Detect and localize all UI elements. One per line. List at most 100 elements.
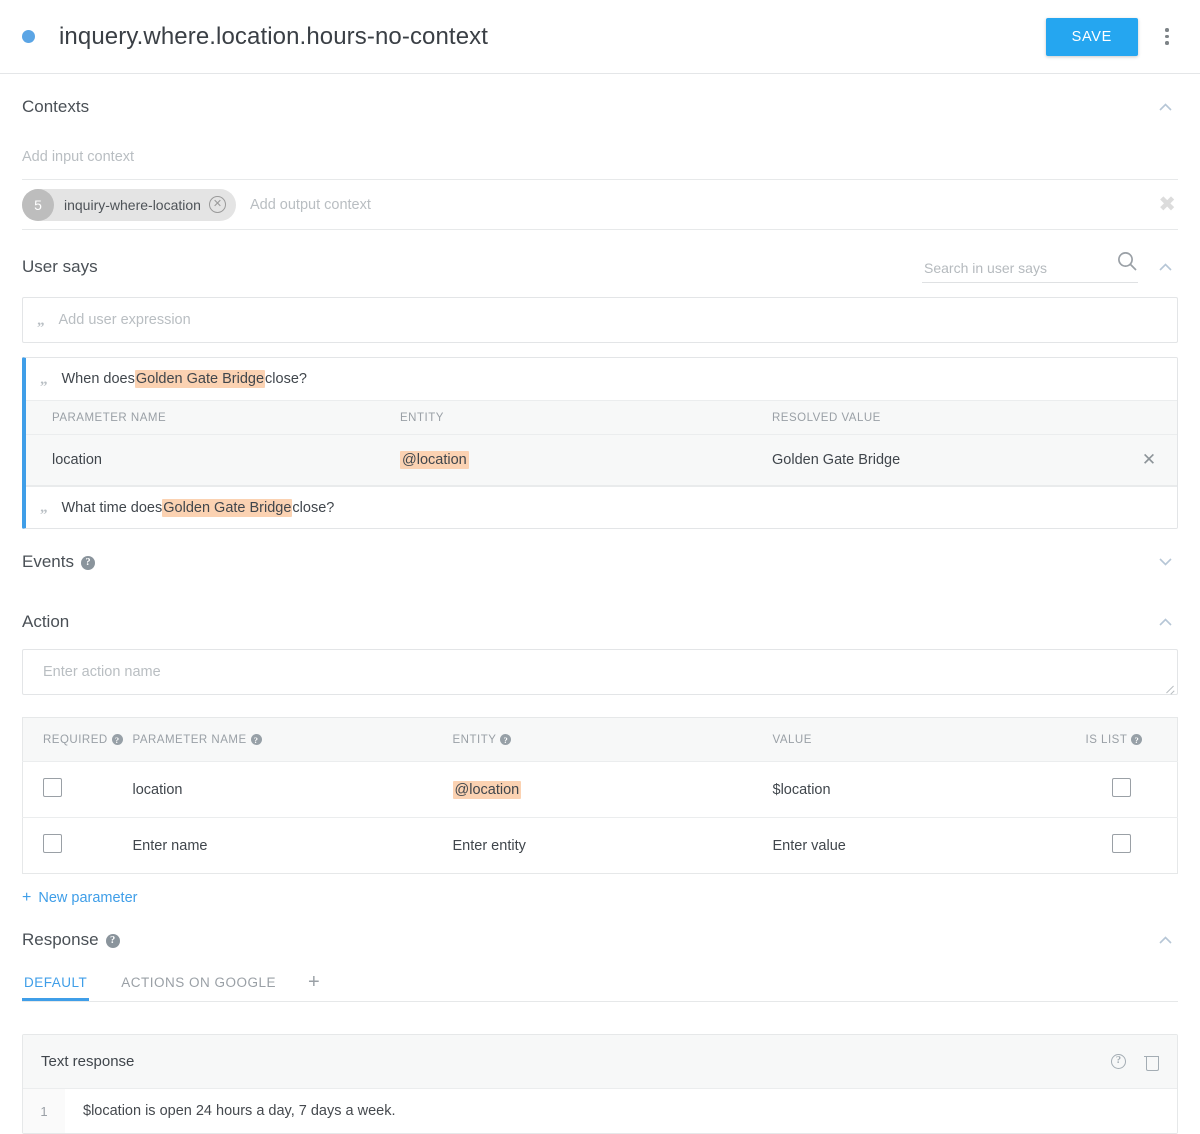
context-lifespan-badge: 5 [22,188,54,221]
remove-parameter-button[interactable]: ✕ [1121,434,1177,486]
clear-contexts-icon[interactable]: ✖ [1158,194,1178,215]
action-name-field[interactable] [22,649,1178,695]
search-icon[interactable] [1116,250,1138,277]
text-response-actions: ? [1111,1054,1159,1071]
table-row[interactable]: Enter name Enter entity Enter value [22,817,1178,874]
new-parameter-label: New parameter [38,890,138,906]
cell-is-list[interactable] [1085,817,1178,874]
user-expression-card: “ When does Golden Gate Bridge close? PA… [22,357,1178,529]
chevron-up-icon[interactable] [1152,254,1178,280]
cell-parameter-name[interactable]: location [132,761,453,818]
cell-value[interactable]: $location [772,761,1086,818]
action-section-header: Action [22,589,1178,649]
chevron-up-icon[interactable] [1152,609,1178,635]
text-response-header: Text response ? [23,1035,1177,1089]
cell-entity[interactable]: Enter entity [452,817,773,874]
user-says-header-actions [922,250,1178,283]
user-expression-row[interactable]: “ When does Golden Gate Bridge close? [26,358,1177,400]
more-vert-icon[interactable] [1152,17,1182,57]
is-list-checkbox[interactable] [1111,834,1131,853]
app-header: inquery.where.location.hours-no-context … [0,0,1200,74]
entity-chip[interactable]: @location [452,780,522,799]
column-parameter-name: PARAMETER NAME [26,400,400,435]
response-section-header: Response ? [22,907,1178,967]
column-parameter-name: PARAMETER NAME? [132,717,453,762]
expression-suffix: close? [292,499,335,516]
help-icon[interactable]: ? [105,934,120,948]
entity-chip[interactable]: @location [400,451,469,469]
expression-parameter-table: PARAMETER NAME ENTITY RESOLVED VALUE loc… [26,400,1177,486]
help-icon[interactable]: ? [111,734,123,746]
events-title: Events [22,552,74,571]
is-list-checkbox[interactable] [1111,778,1131,797]
response-line-text[interactable]: $location is open 24 hours a day, 7 days… [65,1103,396,1119]
help-circle-outline-icon[interactable]: ? [1111,1054,1126,1069]
response-line-number: 1 [23,1089,65,1133]
input-context-row[interactable]: Add input context [22,134,1178,180]
new-parameter-button[interactable]: + New parameter [22,889,138,907]
column-entity: ENTITY? [452,717,773,762]
chevron-up-icon[interactable] [1152,927,1178,953]
output-context-row[interactable]: 5 inquiry-where-location ✕ Add output co… [22,180,1178,230]
cell-entity[interactable]: @location [400,434,772,486]
expression-prefix: What time does [61,499,163,516]
user-says-search[interactable] [922,250,1138,283]
tab-actions-on-google[interactable]: ACTIONS ON GOOGLE [119,967,278,1001]
help-icon[interactable]: ? [250,734,262,746]
events-header-actions [1138,549,1178,575]
entity-highlight[interactable]: Golden Gate Bridge [162,498,293,517]
chevron-up-icon[interactable] [1152,94,1178,120]
add-user-expression-row[interactable]: “ Add user expression [22,297,1178,343]
action-title: Action [22,612,70,631]
plus-icon: + [22,889,32,906]
entity-highlight[interactable]: Golden Gate Bridge [134,370,266,388]
column-required: REQUIRED? [22,717,133,762]
column-entity: ENTITY [400,400,772,435]
table-header-row: REQUIRED? PARAMETER NAME? ENTITY? VALUE … [22,717,1178,762]
expression-suffix: close? [265,371,307,387]
cell-required[interactable] [22,761,133,818]
response-title: Response [22,930,99,949]
resize-grip-icon[interactable] [1164,682,1175,693]
add-response-tab-icon[interactable]: + [308,972,320,996]
column-resolved-value: RESOLVED VALUE [772,400,1177,435]
help-icon[interactable]: ? [500,734,512,746]
cell-parameter-name[interactable]: Enter name [132,817,453,874]
save-button[interactable]: SAVE [1045,17,1138,56]
cell-parameter-name[interactable]: location [26,434,400,486]
help-icon[interactable]: ? [80,556,95,570]
column-is-list: IS LIST? [1085,717,1178,762]
response-tabs: DEFAULT ACTIONS ON GOOGLE + [22,967,1178,1002]
required-checkbox[interactable] [43,778,62,797]
action-name-input[interactable] [41,663,1159,681]
response-header-actions [1138,927,1178,953]
events-section-header[interactable]: Events ? [22,529,1178,589]
user-expression-row[interactable]: “ What time does Golden Gate Bridge clos… [26,486,1177,528]
action-parameters-table: REQUIRED? PARAMETER NAME? ENTITY? VALUE … [22,717,1178,874]
chevron-down-icon[interactable] [1152,549,1178,575]
action-header-actions [1138,609,1178,635]
cell-value[interactable]: Enter value [772,817,1086,874]
tab-default[interactable]: DEFAULT [22,967,89,1001]
user-says-title: User says [22,256,98,276]
search-input[interactable] [922,259,1110,277]
required-checkbox[interactable] [43,834,62,853]
cell-entity[interactable]: @location [452,761,773,818]
cell-required[interactable] [22,817,133,874]
close-icon[interactable]: ✕ [1142,450,1156,469]
active-dot-icon [22,30,35,43]
output-context-placeholder: Add output context [249,196,371,213]
contexts-header-actions [1138,94,1178,120]
help-icon[interactable]: ? [1131,734,1143,746]
cell-resolved-value[interactable]: Golden Gate Bridge [772,434,1121,486]
table-header-row: PARAMETER NAME ENTITY RESOLVED VALUE [26,400,1177,435]
text-response-row[interactable]: 1 $location is open 24 hours a day, 7 da… [23,1089,1177,1133]
cell-is-list[interactable] [1085,761,1178,818]
close-circle-icon[interactable]: ✕ [208,196,226,213]
table-row[interactable]: location @location $location [22,761,1178,818]
output-context-chip[interactable]: 5 inquiry-where-location ✕ [22,188,236,221]
contexts-title: Contexts [22,97,90,116]
text-response-title: Text response [41,1053,135,1070]
trash-icon[interactable] [1144,1054,1159,1071]
table-row[interactable]: location @location Golden Gate Bridge ✕ [26,434,1177,486]
